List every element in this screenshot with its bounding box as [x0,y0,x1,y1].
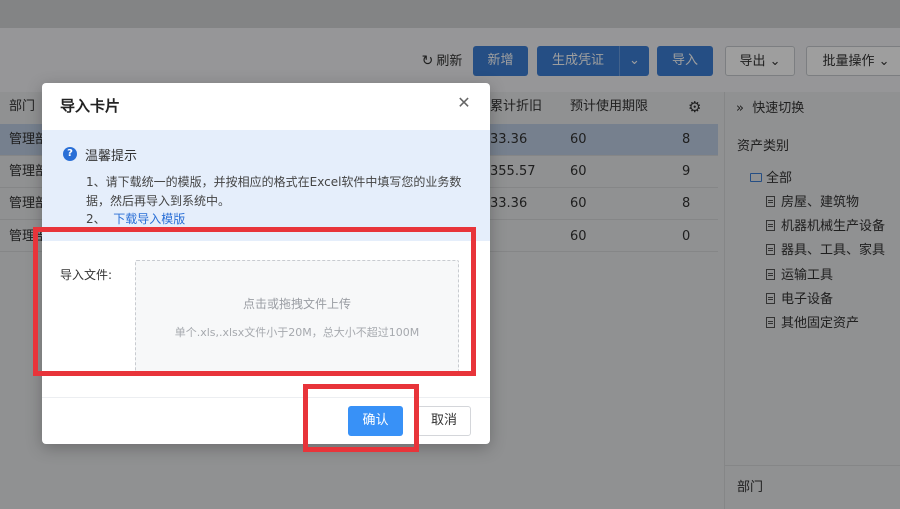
tip-title: 温馨提示 [85,149,138,164]
tip-line-3-prefix: 2、 [86,212,106,226]
tip-line-1: 1、请下载统一的模版，并按相应的格式在Excel软件中填写您的业务数 [86,175,462,189]
tip-box: ? 温馨提示 1、请下载统一的模版，并按相应的格式在Excel软件中填写您的业务… [42,130,490,241]
download-template-link[interactable]: 下载导入模版 [113,212,185,226]
dialog-footer-divider [42,397,490,398]
annotation-box-upload [33,227,476,376]
question-icon: ? [63,147,77,161]
annotation-box-confirm [303,384,419,452]
tip-line-3: 2、 下载导入模版 [86,210,185,227]
tip-line-2: 据，然后再导入到系统中。 [86,194,231,208]
close-icon[interactable]: ✕ [456,95,472,111]
cancel-button[interactable]: 取消 [417,406,471,436]
dialog-title: 导入卡片 [60,97,121,115]
